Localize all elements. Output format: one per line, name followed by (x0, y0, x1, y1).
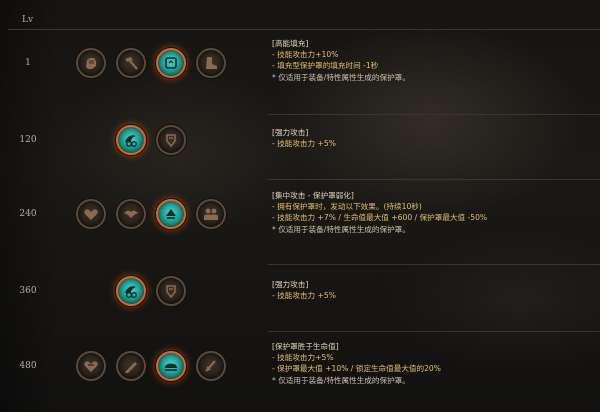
note-line: * 仅适用于装备/特性属性生成的保护罩。 (272, 224, 410, 234)
row-divider (268, 331, 600, 332)
charge-icon[interactable] (156, 48, 186, 78)
group-icon[interactable] (196, 199, 226, 229)
level-label: 480 (19, 361, 37, 371)
focus-icon[interactable] (156, 199, 186, 229)
talent-description: [保护罩胜于生命值] - 技能攻击力+5% - 保护罩最大值 +10% / 锁定生命… (272, 341, 441, 386)
talent-title: [强力攻击] (272, 280, 309, 289)
shield-wing-icon[interactable] (116, 199, 146, 229)
note-line: * 仅适用于装备/特性属性生成的保护罩。 (272, 72, 410, 82)
talent-description: [集中攻击 - 保护罩弱化] - 拥有保护罩时，发动以下效果。(持续10秒) - 技… (272, 190, 487, 235)
level-label: 360 (19, 286, 37, 296)
power-attack-icon[interactable] (116, 276, 146, 306)
effect-line: - 保护罩最大值 +10% / 锁定生命值最大值的20% (272, 364, 441, 374)
effect-line: - 技能攻击力+10% (272, 50, 339, 60)
fist-icon[interactable] (76, 48, 106, 78)
effect-line: - 拥有保护罩时，发动以下效果。(持续10秒) (272, 202, 422, 212)
sword-icon[interactable] (196, 351, 226, 381)
heart-shield-icon[interactable] (76, 351, 106, 381)
effect-line: - 技能攻击力+5% (272, 353, 334, 363)
row-divider (268, 114, 600, 115)
effect-line: - 技能攻击力 +7% / 生命值最大值 +600 / 保护罩最大值 -50% (272, 213, 488, 223)
level-label: 240 (19, 209, 37, 219)
note-line: * 仅适用于装备/特性属性生成的保护罩。 (272, 375, 410, 385)
talent-title: [集中攻击 - 保护罩弱化] (272, 191, 354, 200)
shield-bash-icon[interactable] (156, 125, 186, 155)
level-label: 1 (25, 58, 31, 68)
talent-description: [强力攻击] - 技能攻击力 +5% (272, 127, 336, 149)
shield-bash-icon[interactable] (156, 276, 186, 306)
effect-line: - 填充型保护罩的填充时间 -1秒 (272, 61, 379, 71)
row-divider (268, 179, 600, 180)
header-divider (8, 29, 600, 30)
talent-panel: Lv 1 [高能填充] - 技能攻击力+10% - 填充型保护罩的填充时间 -1秒 * … (0, 0, 600, 412)
boot-icon[interactable] (196, 48, 226, 78)
heart-icon[interactable] (76, 199, 106, 229)
talent-title: [强力攻击] (272, 128, 309, 137)
dome-icon[interactable] (156, 351, 186, 381)
effect-line: - 技能攻击力 +5% (272, 291, 336, 301)
row-divider (268, 264, 600, 265)
talent-title: [高能填充] (272, 39, 309, 48)
talent-title: [保护罩胜于生命值] (272, 342, 339, 351)
power-attack-icon[interactable] (116, 125, 146, 155)
talent-description: [强力攻击] - 技能攻击力 +5% (272, 279, 336, 301)
level-label: 120 (19, 135, 37, 145)
level-header: Lv (22, 15, 34, 25)
effect-line: - 技能攻击力 +5% (272, 139, 336, 149)
hammer-icon[interactable] (116, 48, 146, 78)
talent-description: [高能填充] - 技能攻击力+10% - 填充型保护罩的填充时间 -1秒 * 仅适用于… (272, 38, 410, 83)
pen-icon[interactable] (116, 351, 146, 381)
